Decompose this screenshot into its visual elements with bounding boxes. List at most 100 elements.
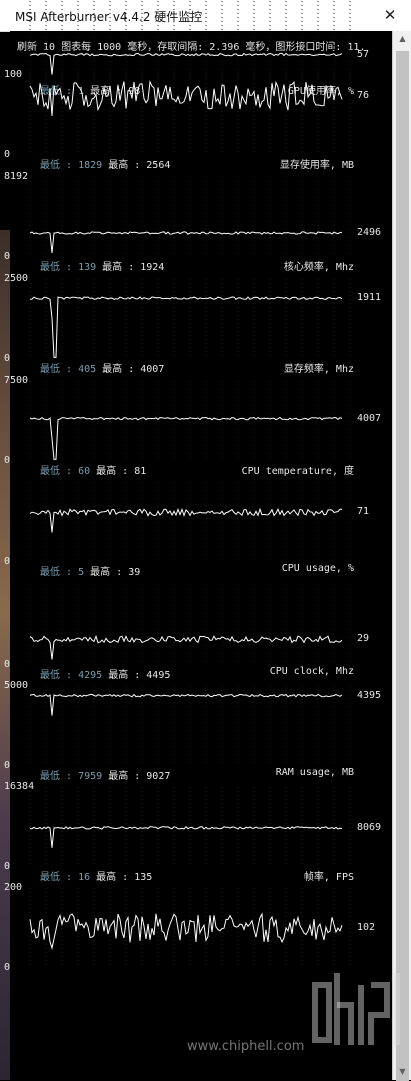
min-value: 1829 [78, 160, 103, 171]
axis-max-label: 5000 [4, 680, 29, 691]
current-value: 8069 [357, 821, 382, 833]
axis-min-label: 0 [4, 556, 11, 567]
graph-plot [29, 888, 355, 968]
axis-max-label: 16384 [4, 781, 35, 792]
graph-header: CPU usage, % [281, 563, 354, 574]
axis-min-label: 0 [4, 861, 11, 872]
graph-panel[interactable]: 0 71 最低 : 5 最高 : 39 CPU usage, % [0, 482, 392, 585]
graph-panel[interactable]: 7500 0 4007 最低 : 60 最高 : 81 CPU temperature,… [0, 375, 392, 484]
graph-svg [29, 381, 351, 461]
min-value: 405 [78, 364, 97, 375]
current-value: 29 [357, 633, 370, 645]
max-value: 1924 [140, 262, 165, 273]
min-label: 最低 : [40, 466, 73, 477]
graph-stats: 最低 : 5 最高 : 39 [40, 563, 140, 578]
trace-line [29, 231, 343, 254]
graph-svg [29, 787, 351, 867]
axis-min-label: 0 [4, 962, 11, 973]
graph-panel[interactable]: 100 0 76 最低 : 1829 最高 : 2564 显存使用率, MB [0, 69, 392, 178]
axis-min-label: 0 [4, 659, 11, 670]
max-value: 39 [128, 567, 141, 578]
current-value: 2496 [357, 227, 382, 238]
min-label: 最低 : [40, 567, 73, 578]
graph-header: RAM usage, MB [275, 767, 354, 778]
current-value: 76 [357, 89, 370, 101]
graph-svg [29, 1, 351, 81]
max-label: 最高 : [96, 872, 129, 883]
min-value: 139 [78, 262, 97, 273]
trace-line [29, 296, 343, 358]
graph-panel[interactable]: 0 29 最低 : 4295 最高 : 4495 CPU clock, Mhz [0, 585, 392, 688]
graph-header: 显存频率, Mhz [283, 364, 354, 375]
trace-line [29, 52, 343, 75]
min-label: 最低 : [40, 262, 73, 273]
trace-line [29, 416, 343, 460]
scroll-thumb[interactable] [396, 51, 409, 1081]
graph-plot [29, 279, 355, 359]
max-value: 4495 [146, 670, 171, 681]
grid-dots [29, 686, 351, 766]
min-label: 最低 : [40, 872, 73, 883]
current-value: 1911 [357, 292, 382, 304]
graph-plot [29, 482, 355, 562]
min-value: 4295 [78, 670, 103, 681]
grid-dots [29, 482, 351, 562]
trace-line [29, 507, 342, 533]
graph-panel[interactable]: 8192 0 2496 最低 : 139 最高 : 1924 核心频率, Mhz [0, 171, 392, 280]
graph-svg [29, 482, 351, 562]
graph-svg [29, 279, 351, 359]
current-value: 4007 [357, 412, 382, 424]
min-label: 最低 : [40, 364, 73, 375]
trace-line [29, 79, 343, 116]
graph-stats: 最低 : 7959 最高 : 9027 [40, 767, 170, 782]
current-value: 57 [357, 48, 370, 60]
graph-panel[interactable]: 5000 0 4395 最低 : 7959 最高 : 9027 RAM usage, M… [0, 680, 392, 789]
grid-dots [29, 381, 351, 461]
scroll-down-arrow-icon[interactable]: ▼ [393, 1064, 411, 1080]
graph-plot [29, 787, 355, 867]
max-label: 最高 : [102, 364, 135, 375]
graph-plot [29, 1, 355, 81]
graph-stats: 最低 : 60 最高 : 81 [40, 462, 146, 477]
scroll-up-arrow-icon[interactable]: ▲ [393, 31, 411, 47]
current-value: 4395 [357, 689, 382, 701]
trace-line [29, 912, 343, 950]
graph-header: 显存使用率, MB [279, 160, 354, 171]
trace-line [29, 634, 343, 660]
max-value: 9027 [146, 771, 171, 782]
max-value: 135 [134, 872, 153, 883]
min-label: 最低 : [40, 771, 73, 782]
trace-line [29, 825, 343, 848]
graph-stats: 最低 : 405 最高 : 4007 [40, 360, 164, 375]
watermark-text: www.chiphell.com [187, 1039, 305, 1054]
graph-svg [29, 585, 351, 665]
graph-svg [29, 888, 351, 968]
max-value: 2564 [146, 160, 171, 171]
graph-stats: 最低 : 1829 最高 : 2564 [40, 156, 170, 171]
trace-line [29, 693, 343, 716]
graph-stats: 最低 : 139 最高 : 1924 [40, 258, 164, 273]
axis-min-label: 0 [4, 251, 11, 262]
min-value: 16 [78, 872, 91, 883]
axis-max-label: 7500 [4, 375, 29, 386]
graph-panel[interactable]: 16384 0 8069 最低 : 16 最高 : 135 帧率, FPS [0, 781, 392, 890]
graph-panel[interactable]: 2500 0 1911 最低 : 405 最高 : 4007 显存频率, Mhz [0, 273, 392, 382]
max-label: 最高 : [108, 771, 141, 782]
axis-min-label: 0 [4, 353, 11, 364]
axis-max-label: 2500 [4, 273, 29, 284]
axis-max-label: 100 [4, 69, 23, 80]
grid-dots [29, 585, 351, 665]
graph-header: CPU clock, Mhz [269, 666, 354, 677]
current-value: 102 [357, 922, 376, 933]
axis-min-label: 0 [4, 455, 11, 466]
max-label: 最高 : [108, 670, 141, 681]
vertical-scrollbar[interactable]: ▲ ▼ [392, 31, 411, 1081]
graph-svg [29, 75, 351, 155]
grid-dots [29, 1, 351, 81]
axis-min-label: 0 [4, 149, 11, 160]
axis-min-label: 0 [4, 760, 11, 771]
graph-plot [29, 75, 355, 155]
grid-dots [29, 888, 351, 968]
max-label: 最高 : [90, 567, 123, 578]
axis-max-label: 200 [4, 882, 23, 893]
